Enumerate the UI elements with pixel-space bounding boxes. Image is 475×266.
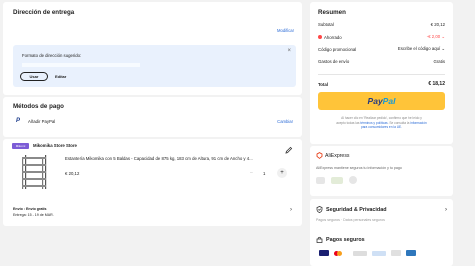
delivery-card: Dirección de entrega Modificar Formato d… bbox=[3, 2, 302, 95]
terms-text-1: Al hacer clic en 'Realizar pedido', conf… bbox=[341, 116, 422, 120]
shipping-row: Gastos de envío Gratis bbox=[318, 59, 445, 64]
paypal-icon: P bbox=[16, 118, 21, 124]
edit-note-icon[interactable] bbox=[285, 141, 293, 154]
quantity-value[interactable]: 1 bbox=[263, 171, 265, 176]
shield-icon bbox=[316, 176, 325, 184]
summary-title: Resumen bbox=[318, 9, 346, 16]
saved-row: Ahorrado -€ 2,00 ⌄ bbox=[318, 34, 445, 40]
promo-row: Código promocional Escribe el código aqu… bbox=[318, 46, 445, 52]
total-value: € 18,12 bbox=[428, 81, 445, 87]
delivery-estimate: Entrega: 15 - 19 de MAR. bbox=[13, 213, 54, 217]
total-row: Total € 18,12 bbox=[318, 81, 445, 87]
suggested-address-box: Formato de dirección sugerido: × Usar Ed… bbox=[13, 45, 296, 87]
mastercard-logo-icon bbox=[334, 250, 348, 256]
saved-text: Ahorrado bbox=[324, 34, 342, 40]
store-badge: Mikomi bbox=[12, 143, 29, 149]
safekey-logo-icon bbox=[372, 250, 386, 256]
security-header[interactable]: Seguridad & Privacidad › bbox=[316, 206, 447, 213]
close-icon[interactable]: × bbox=[287, 48, 291, 54]
discount-icon bbox=[318, 35, 322, 40]
lock-icon bbox=[349, 176, 357, 184]
aliexpress-name: AliExpress bbox=[325, 152, 350, 159]
payment-title: Métodos de pago bbox=[13, 103, 64, 110]
modify-address-link[interactable]: Modificar bbox=[277, 28, 294, 33]
use-button[interactable]: Usar bbox=[20, 72, 48, 81]
amex-logo-icon bbox=[406, 250, 416, 256]
trust-card: AliExpress AliExpress mantiene seguros t… bbox=[310, 146, 453, 196]
aliexpress-icon bbox=[316, 152, 323, 159]
delivery-title: Dirección de entrega bbox=[13, 9, 75, 16]
subtotal-row: Subtotal € 20,12 bbox=[318, 22, 445, 27]
promo-code-input[interactable]: Escribe el código aquí ⌄ bbox=[398, 46, 445, 52]
suggested-address-label: Formato de dirección sugerido: bbox=[22, 53, 82, 58]
jcb-logo-icon bbox=[391, 250, 401, 256]
subtotal-label: Subtotal bbox=[318, 22, 334, 27]
security-title: Seguridad & Privacidad bbox=[326, 206, 387, 213]
terms-text-4[interactable]: para consumidores en la UE. bbox=[361, 125, 402, 129]
total-label: Total bbox=[318, 81, 328, 87]
shipping-value: Gratis bbox=[433, 59, 445, 64]
store-card: Mikomi Mikomika Store Store Estantería M… bbox=[3, 139, 302, 226]
security-title-wrap: Seguridad & Privacidad bbox=[316, 206, 387, 213]
chevron-right-icon[interactable]: › bbox=[445, 207, 447, 213]
card-lock-icon bbox=[316, 236, 323, 243]
aliexpress-brand: AliExpress bbox=[316, 152, 350, 159]
promo-placeholder: Escribe el código aquí bbox=[397, 46, 441, 51]
product-image[interactable] bbox=[17, 153, 54, 190]
shipping-label: Gastos de envío bbox=[318, 59, 350, 64]
saved-label: Ahorrado bbox=[318, 35, 342, 40]
add-paypal-option[interactable]: Añadir PayPal bbox=[28, 119, 55, 124]
consumer-info-link[interactable]: información bbox=[410, 121, 426, 125]
security-card: Seguridad & Privacidad › Pagos seguros ·… bbox=[310, 199, 453, 266]
shipping-method: Envío : Envío gratis bbox=[13, 207, 47, 211]
security-subtitle: Pagos seguros · Datos personales seguros bbox=[316, 218, 385, 222]
quantity-increase-button[interactable]: + bbox=[277, 168, 287, 178]
paypal-logo: PayPal bbox=[368, 96, 396, 106]
quantity-decrease-button[interactable]: – bbox=[250, 170, 253, 176]
terms-link[interactable]: términos y políticas bbox=[360, 121, 387, 125]
verified-icon bbox=[331, 176, 343, 184]
payment-card: Métodos de pago P Añadir PayPal Cambiar bbox=[3, 97, 302, 137]
paypal-logo-b: Pal bbox=[382, 96, 396, 106]
divider bbox=[318, 74, 445, 75]
terms-text-2: acepto todas las bbox=[336, 120, 360, 125]
paypal-checkout-button[interactable]: PayPal bbox=[318, 92, 445, 110]
paypal-logo-a: Pay bbox=[367, 96, 383, 106]
chevron-down-icon[interactable]: ⌄ bbox=[441, 34, 445, 39]
subtotal-value: € 20,12 bbox=[430, 22, 445, 27]
summary-card: Resumen Subtotal € 20,12 Ahorrado -€ 2,0… bbox=[310, 2, 453, 144]
payment-logos bbox=[319, 250, 416, 256]
saved-value: -€ 2,00 ⌄ bbox=[427, 34, 445, 40]
store-name[interactable]: Mikomika Store Store bbox=[33, 143, 77, 148]
address-placeholder bbox=[22, 63, 140, 67]
change-payment-link[interactable]: Cambiar bbox=[277, 119, 293, 124]
trust-badges bbox=[316, 176, 357, 184]
maestro-logo-icon bbox=[353, 250, 367, 256]
product-title[interactable]: Estantería Mikomika con 5 Baldas - Capac… bbox=[65, 156, 297, 161]
product-price: € 20,12 bbox=[65, 171, 80, 176]
chevron-right-icon[interactable]: › bbox=[290, 207, 292, 213]
secure-payments-title: Pagos seguros bbox=[326, 236, 365, 243]
promo-label: Código promocional bbox=[318, 46, 357, 52]
terms-text: Al hacer clic en 'Realizar pedido', conf… bbox=[318, 116, 445, 130]
chevron-down-icon[interactable]: ⌄ bbox=[441, 46, 445, 51]
terms-text-3: . Se consulta la bbox=[387, 120, 410, 125]
saved-amount: -€ 2,00 bbox=[426, 34, 441, 39]
edit-button[interactable]: Editar bbox=[55, 74, 66, 79]
trust-tagline: AliExpress mantiene seguros tu informaci… bbox=[316, 166, 402, 170]
shield-check-icon bbox=[316, 206, 323, 213]
visa-logo-icon bbox=[319, 250, 329, 256]
secure-payments-header: Pagos seguros bbox=[316, 236, 365, 243]
